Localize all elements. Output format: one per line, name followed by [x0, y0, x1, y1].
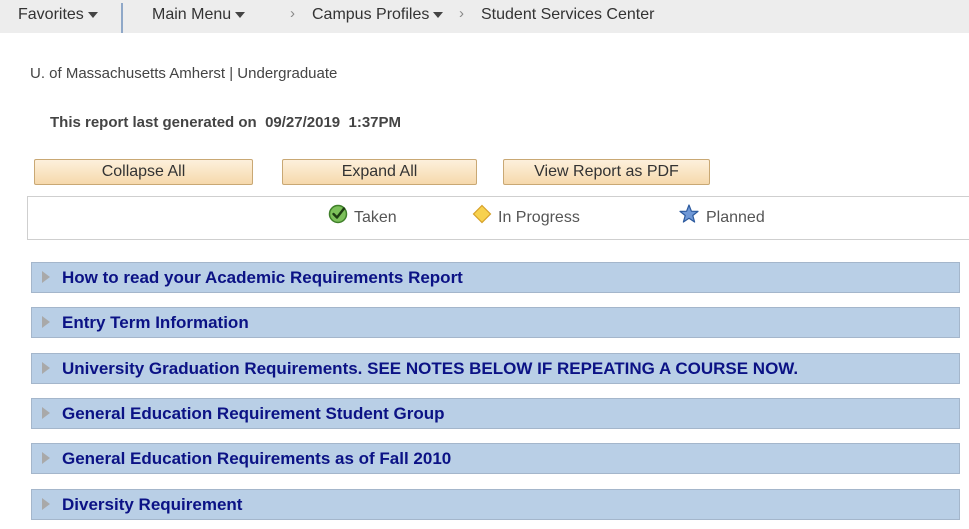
check-circle-icon: [328, 204, 348, 224]
section-header-gen-ed-student-group[interactable]: General Education Requirement Student Gr…: [31, 398, 960, 429]
legend-label: Planned: [706, 209, 765, 226]
main-menu[interactable]: Main Menu: [152, 6, 246, 24]
main-menu-label: Main Menu: [152, 6, 232, 23]
chevron-down-icon: [87, 11, 98, 18]
report-generated-line: This report last generated on 09/27/2019…: [50, 114, 401, 131]
section-header-diversity[interactable]: Diversity Requirement: [31, 489, 960, 520]
nav-divider: [121, 3, 123, 33]
star-icon: [679, 204, 699, 223]
institution-career-label: U. of Massachusetts Amherst | Undergradu…: [30, 65, 338, 82]
legend-label: In Progress: [498, 209, 580, 226]
section-header-gen-ed-fall-2010[interactable]: General Education Requirements as of Fal…: [31, 443, 960, 474]
section-title: General Education Requirement Student Gr…: [62, 404, 445, 423]
section-title: Entry Term Information: [62, 313, 249, 332]
collapse-all-button[interactable]: Collapse All: [34, 159, 253, 185]
expand-arrow-icon: [42, 407, 50, 419]
section-title: University Graduation Requirements. SEE …: [62, 359, 799, 378]
expand-arrow-icon: [42, 316, 50, 328]
legend-label: Taken: [354, 209, 397, 226]
report-generated-time: 1:37PM: [348, 114, 402, 131]
diamond-icon: [472, 204, 492, 224]
report-generated-label: This report last generated on: [50, 114, 257, 131]
breadcrumb-label: Campus Profiles: [312, 6, 430, 23]
expand-arrow-icon: [42, 362, 50, 374]
breadcrumb-label: Student Services Center: [481, 6, 655, 23]
chevron-down-icon: [235, 11, 246, 18]
section-header-how-to-read[interactable]: How to read your Academic Requirements R…: [31, 262, 960, 293]
section-header-entry-term[interactable]: Entry Term Information: [31, 307, 960, 338]
favorites-label: Favorites: [18, 6, 84, 23]
expand-arrow-icon: [42, 498, 50, 510]
expand-all-button[interactable]: Expand All: [282, 159, 477, 185]
report-generated-date: 09/27/2019: [265, 114, 341, 131]
breadcrumb-student-services-center[interactable]: Student Services Center: [481, 6, 654, 24]
status-legend: Taken In Progress Planned: [27, 196, 969, 240]
breadcrumb-separator-icon: ›: [459, 5, 464, 22]
top-navigation-bar: Favorites Main Menu › Campus Profiles › …: [0, 0, 969, 33]
section-header-university-graduation[interactable]: University Graduation Requirements. SEE …: [31, 353, 960, 384]
expand-arrow-icon: [42, 271, 50, 283]
section-title: Diversity Requirement: [62, 495, 243, 514]
section-title: How to read your Academic Requirements R…: [62, 268, 463, 287]
favorites-menu[interactable]: Favorites: [18, 6, 98, 24]
breadcrumb-campus-profiles[interactable]: Campus Profiles: [312, 6, 444, 24]
view-report-pdf-button[interactable]: View Report as PDF: [503, 159, 710, 185]
chevron-down-icon: [433, 11, 444, 18]
section-title: General Education Requirements as of Fal…: [62, 449, 452, 468]
breadcrumb-separator-icon: ›: [290, 5, 295, 22]
expand-arrow-icon: [42, 452, 50, 464]
